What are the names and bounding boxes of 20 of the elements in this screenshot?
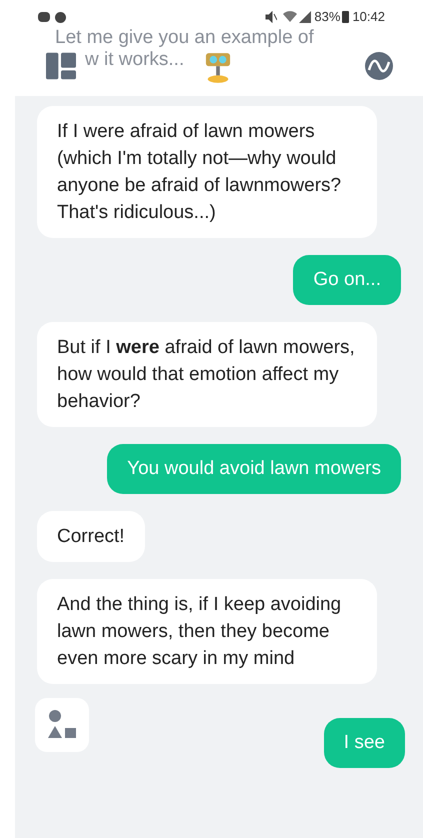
message-icon (55, 12, 66, 22)
battery-icon (342, 11, 350, 23)
user-message: I see (324, 718, 405, 768)
mute-icon (265, 11, 278, 23)
dashboard-icon (46, 52, 76, 80)
signal-icon (299, 11, 312, 23)
user-message: You would avoid lawn mowers (107, 444, 401, 494)
bot-message: If I were afraid of lawn mowers (which I'm totally not—why would anyone be afraid of lawnmowers? That's ridiculous...) (37, 106, 377, 238)
clock: 10:42 (352, 8, 385, 26)
wifi-icon (283, 11, 298, 23)
battery-level: 83% (314, 8, 340, 26)
user-message: Go on... (293, 255, 401, 305)
bot-message: But if I were afraid of lawn mowers, how would that emotion affect my behavior? (37, 322, 377, 427)
waveform-icon (365, 52, 393, 80)
faded-message-line: w it works... (85, 49, 184, 71)
robot-icon (205, 52, 231, 84)
faded-message-line: Let me give you an example of (55, 27, 314, 49)
bot-message: And the thing is, if I keep avoiding lawn mowers, then they become even more scary in my mind (37, 579, 377, 684)
bot-message: Correct! (37, 511, 145, 562)
activities-button[interactable] (35, 698, 89, 752)
